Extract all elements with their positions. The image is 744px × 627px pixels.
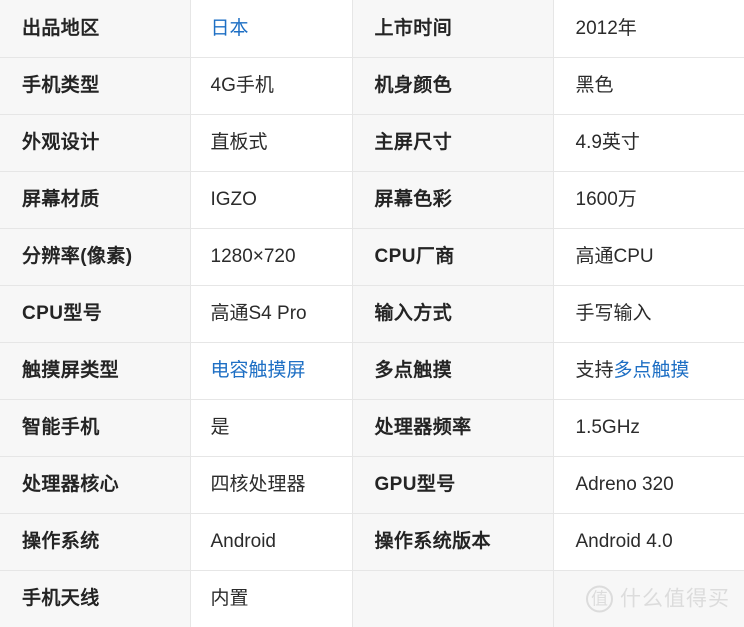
spec-table-body: 出品地区 日本 上市时间 2012年 手机类型 4G手机 机身颜色 黑色 外观设… [0,0,744,627]
watermark-text: 什么值得买 [620,587,730,611]
spec-label-cpu-cores: 处理器核心 [0,456,191,514]
spec-label-multitouch: 多点触摸 [352,342,554,400]
multitouch-link[interactable]: 多点触摸 [614,360,690,381]
spec-value-os-version: Android 4.0 [553,513,744,571]
spec-value-resolution: 1280×720 [190,228,353,286]
spec-label-cpu-model: CPU型号 [0,285,191,343]
spec-value-input-method: 手写输入 [553,285,744,343]
spec-label-screen-material: 屏幕材质 [0,171,191,229]
table-row: CPU型号 高通S4 Pro 输入方式 手写输入 [0,285,744,343]
spec-value-cpu-cores: 四核处理器 [190,456,353,514]
spec-label-smartphone: 智能手机 [0,399,191,457]
multitouch-prefix: 支持 [575,360,614,381]
spec-value-cpu-frequency: 1.5GHz [553,399,744,457]
table-row: 外观设计 直板式 主屏尺寸 4.9英寸 [0,114,744,172]
site-watermark: 值 什么值得买 [586,585,730,613]
spec-label-input-method: 输入方式 [352,285,554,343]
table-row: 手机类型 4G手机 机身颜色 黑色 [0,57,744,115]
spec-value-cpu-model: 高通S4 Pro [190,285,353,343]
spec-value-empty: 值 什么值得买 [553,570,744,627]
table-row: 屏幕材质 IGZO 屏幕色彩 1600万 [0,171,744,229]
spec-label-body-color: 机身颜色 [352,57,554,115]
table-row: 手机天线 内置 值 什么值得买 [0,570,744,627]
spec-label-release-date: 上市时间 [352,0,554,58]
spec-value-appearance-design: 直板式 [190,114,353,172]
spec-value-phone-type: 4G手机 [190,57,353,115]
spec-value-screen-material: IGZO [190,171,353,229]
spec-value-screen-size: 4.9英寸 [553,114,744,172]
table-row: 分辨率(像素) 1280×720 CPU厂商 高通CPU [0,228,744,286]
spec-value-body-color: 黑色 [553,57,744,115]
spec-label-os-version: 操作系统版本 [352,513,554,571]
spec-label-phone-type: 手机类型 [0,57,191,115]
spec-label-resolution: 分辨率(像素) [0,228,191,286]
table-row: 触摸屏类型 电容触摸屏 多点触摸 支持多点触摸 [0,342,744,400]
region-link[interactable]: 日本 [211,18,249,39]
spec-label-cpu-vendor: CPU厂商 [352,228,554,286]
spec-label-empty [352,570,554,627]
touchscreen-type-link[interactable]: 电容触摸屏 [211,360,306,381]
spec-label-appearance-design: 外观设计 [0,114,191,172]
spec-label-touchscreen-type: 触摸屏类型 [0,342,191,400]
table-row: 处理器核心 四核处理器 GPU型号 Adreno 320 [0,456,744,514]
spec-label-gpu-model: GPU型号 [352,456,554,514]
spec-label-screen-colors: 屏幕色彩 [352,171,554,229]
table-row: 操作系统 Android 操作系统版本 Android 4.0 [0,513,744,571]
table-row: 出品地区 日本 上市时间 2012年 [0,0,744,58]
spec-value-cpu-vendor: 高通CPU [553,228,744,286]
spec-label-region: 出品地区 [0,0,191,58]
spec-value-antenna: 内置 [190,570,353,627]
table-row: 智能手机 是 处理器频率 1.5GHz [0,399,744,457]
phone-spec-table: 出品地区 日本 上市时间 2012年 手机类型 4G手机 机身颜色 黑色 外观设… [0,0,744,627]
spec-value-screen-colors: 1600万 [553,171,744,229]
spec-value-release-date: 2012年 [553,0,744,58]
spec-value-region: 日本 [190,0,353,58]
spec-label-screen-size: 主屏尺寸 [352,114,554,172]
spec-value-gpu-model: Adreno 320 [553,456,744,514]
smzdm-logo-icon: 值 [586,585,613,613]
spec-value-os: Android [190,513,353,571]
spec-label-os: 操作系统 [0,513,191,571]
spec-label-cpu-frequency: 处理器频率 [352,399,554,457]
spec-value-touchscreen-type: 电容触摸屏 [190,342,353,400]
spec-label-antenna: 手机天线 [0,570,191,627]
spec-value-smartphone: 是 [190,399,353,457]
spec-value-multitouch: 支持多点触摸 [553,342,744,400]
